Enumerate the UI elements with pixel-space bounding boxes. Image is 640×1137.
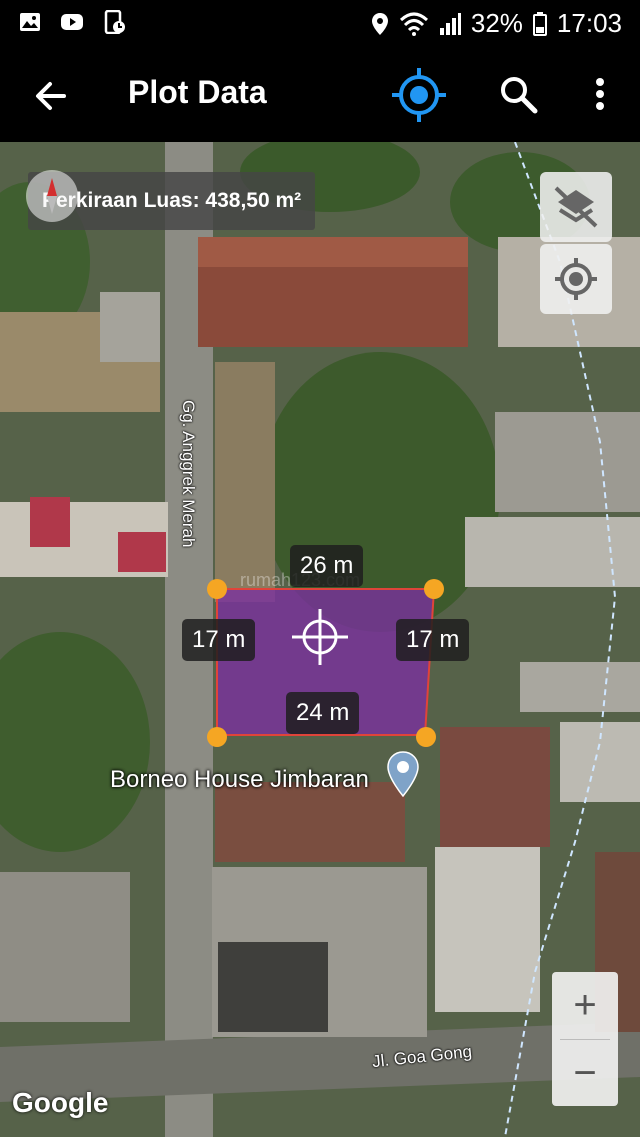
wifi-icon bbox=[399, 12, 428, 36]
clock: 17:03 bbox=[556, 8, 622, 38]
battery-percent: 32% bbox=[470, 8, 523, 38]
area-estimate-text: Perkiraan Luas: 438,50 m² bbox=[42, 189, 302, 212]
app-bar: Plot Data bbox=[0, 48, 640, 142]
measure-top: 26 m bbox=[290, 545, 364, 587]
phone-sync-icon bbox=[104, 10, 125, 34]
zoom-out-button[interactable]: − bbox=[552, 1040, 618, 1106]
status-bar: 32% 17:03 bbox=[0, 0, 640, 48]
plot-corner-handle[interactable] bbox=[424, 579, 444, 599]
measure-bottom: 24 m bbox=[286, 692, 360, 734]
search-icon[interactable] bbox=[498, 74, 538, 114]
plot-corner-handle[interactable] bbox=[207, 579, 227, 599]
satellite-map[interactable]: rumah123.com Perkiraan Luas: 438,50 m² 2… bbox=[0, 142, 640, 1137]
zoom-in-button[interactable]: + bbox=[552, 972, 618, 1038]
gallery-icon bbox=[20, 13, 40, 31]
google-logo: Google bbox=[12, 1087, 109, 1118]
back-arrow-icon[interactable] bbox=[30, 74, 74, 118]
location-pin-icon bbox=[371, 12, 388, 35]
more-vert-icon[interactable] bbox=[588, 74, 612, 114]
map-pin-icon[interactable] bbox=[386, 750, 420, 798]
gps-target-icon[interactable] bbox=[390, 66, 448, 124]
signal-icon bbox=[439, 12, 461, 35]
status-right: 32% 17:03 bbox=[371, 8, 622, 39]
page-title: Plot Data bbox=[128, 74, 267, 110]
zoom-controls: + − bbox=[552, 972, 618, 1106]
my-location-icon bbox=[555, 258, 597, 300]
plot-corner-handle[interactable] bbox=[416, 727, 436, 747]
compass-icon[interactable] bbox=[24, 168, 80, 224]
layers-off-icon bbox=[554, 186, 598, 228]
poi-label[interactable]: Borneo House Jimbaran bbox=[110, 766, 369, 794]
youtube-icon bbox=[61, 14, 83, 30]
measure-left: 17 m bbox=[182, 619, 256, 661]
measure-right: 17 m bbox=[396, 619, 470, 661]
status-left-icons bbox=[18, 10, 126, 34]
plot-corner-handle[interactable] bbox=[207, 727, 227, 747]
my-location-button[interactable] bbox=[540, 244, 612, 314]
battery-icon bbox=[532, 11, 547, 36]
street-label-vertical: Gg. Anggrek Merah bbox=[179, 400, 198, 548]
layers-toggle-button[interactable] bbox=[540, 172, 612, 242]
